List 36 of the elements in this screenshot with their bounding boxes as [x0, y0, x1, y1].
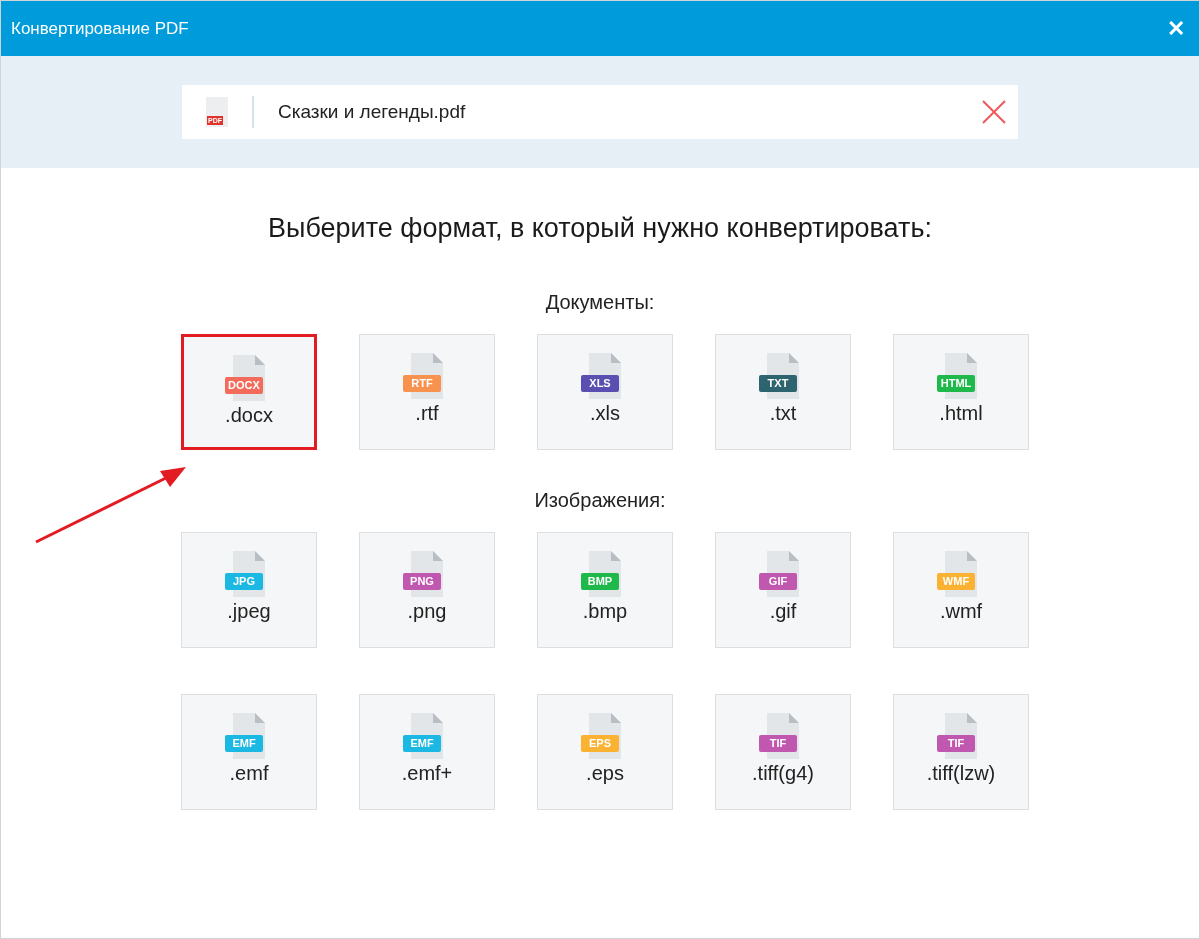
- format-option[interactable]: JPG .jpeg: [181, 532, 317, 648]
- format-option[interactable]: TIF .tiff(g4): [715, 694, 851, 810]
- format-tag: TXT: [759, 375, 797, 392]
- format-option[interactable]: TXT .txt: [715, 334, 851, 450]
- format-tag: DOCX: [225, 377, 263, 394]
- format-option[interactable]: XLS .xls: [537, 334, 673, 450]
- format-tag: EMF: [225, 735, 263, 752]
- remove-icon[interactable]: [982, 100, 1006, 124]
- section-title: Изображения:: [534, 488, 666, 512]
- format-option[interactable]: TIF .tiff(lzw): [893, 694, 1029, 810]
- window-title: Конвертирование PDF: [11, 17, 189, 40]
- format-tag: PNG: [403, 573, 441, 590]
- heading: Выберите формат, в который нужно конвертировать:: [267, 213, 933, 243]
- format-option[interactable]: EPS .eps: [537, 694, 673, 810]
- format-tag: BMP: [581, 573, 619, 590]
- format-option[interactable]: PNG .png: [359, 532, 495, 648]
- format-option[interactable]: RTF .rtf: [359, 334, 495, 450]
- format-tag: TIF: [759, 735, 797, 752]
- format-tag: WMF: [937, 573, 975, 590]
- format-tag: HTML: [937, 375, 975, 392]
- format-option[interactable]: EMF .emf+: [359, 694, 495, 810]
- format-option[interactable]: DOCX .docx: [181, 334, 317, 450]
- format-option[interactable]: GIF .gif: [715, 532, 851, 648]
- format-option[interactable]: EMF .emf: [181, 694, 317, 810]
- format-option[interactable]: BMP .bmp: [537, 532, 673, 648]
- format-tag: RTF: [403, 375, 441, 392]
- format-tag: EMF: [403, 735, 441, 752]
- section-title: Документы:: [545, 290, 655, 314]
- format-option[interactable]: HTML .html: [893, 334, 1029, 450]
- format-tag: JPG: [225, 573, 263, 590]
- format-tag: XLS: [581, 375, 619, 392]
- format-tag: EPS: [581, 735, 619, 752]
- format-tag: TIF: [937, 735, 975, 752]
- format-tag: GIF: [759, 573, 797, 590]
- format-option[interactable]: WMF .wmf: [893, 532, 1029, 648]
- file-name: Сказки и легенды.pdf: [278, 99, 467, 124]
